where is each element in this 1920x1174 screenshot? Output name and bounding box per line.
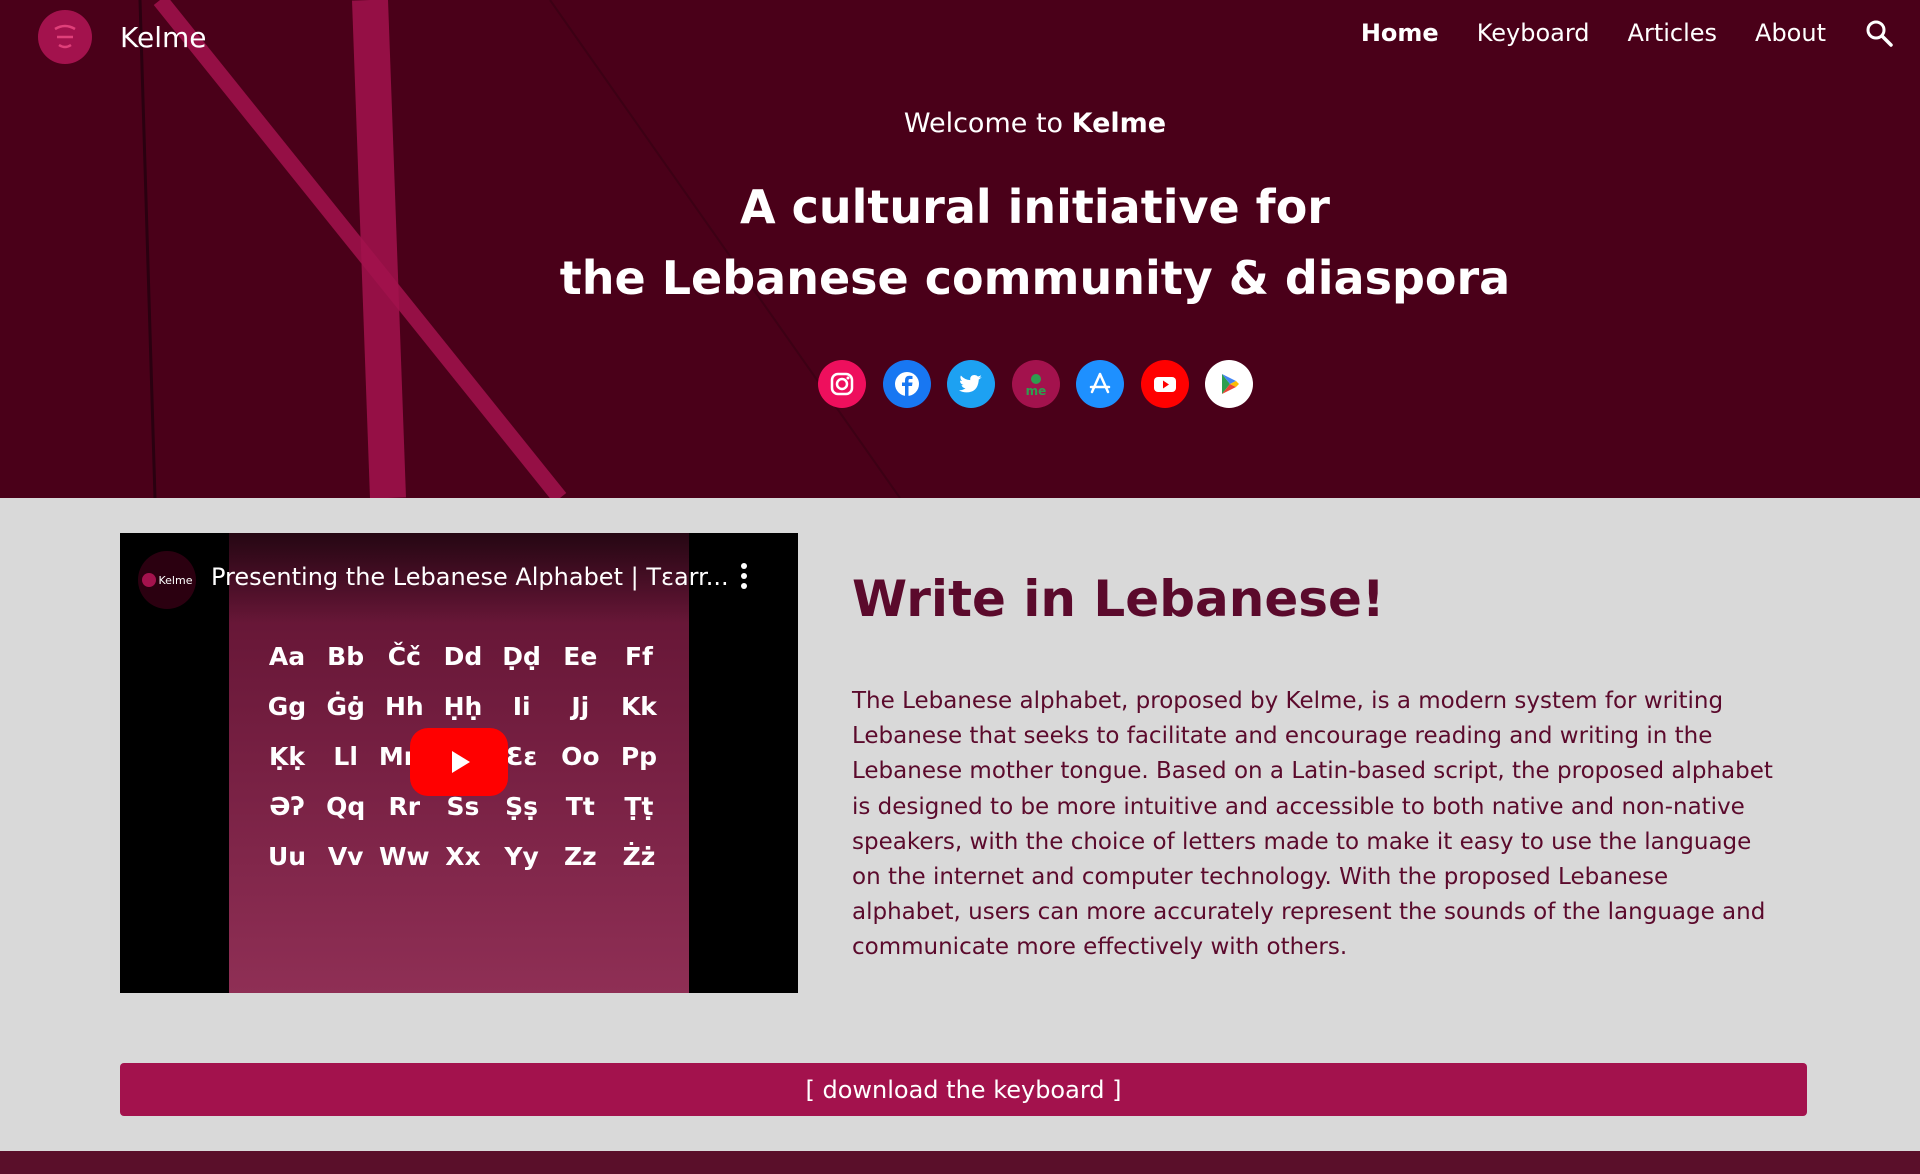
section-title: Write in Lebanese! — [852, 570, 1385, 628]
alphabet-letter: Uu — [267, 841, 307, 871]
alphabet-letter: Aa — [268, 641, 306, 671]
youtube-link[interactable] — [1140, 360, 1189, 408]
search-icon[interactable] — [1864, 18, 1894, 48]
instagram-icon — [830, 372, 854, 396]
alphabet-letter: Ff — [624, 641, 653, 671]
alphabet-letter: Čč — [387, 641, 421, 671]
nav-home[interactable]: Home — [1361, 19, 1439, 47]
alphabet-letter: Oo — [561, 741, 600, 771]
alphabet-letter: Qq — [326, 791, 366, 821]
alphabet-letter: Ii — [512, 691, 531, 721]
alphabet-letter: Dd — [443, 641, 483, 671]
brand-name: Kelme — [120, 20, 207, 54]
play-button[interactable] — [410, 728, 508, 796]
hero-title: A cultural initiative for the Lebanese c… — [0, 172, 1920, 314]
alphabet-letter: Yy — [504, 841, 539, 871]
video-header: Kelme Presenting the Lebanese Alphabet |… — [120, 533, 798, 623]
google-play-link[interactable] — [1205, 360, 1253, 408]
more-options-icon[interactable] — [738, 563, 750, 593]
site-logo-link[interactable]: Kelme — [38, 10, 206, 64]
welcome-brand: Kelme — [1071, 108, 1167, 139]
alphabet-letter: Jj — [571, 691, 590, 721]
welcome-text: Welcome to Kelme — [0, 108, 1920, 139]
alphabet-letter: Żż — [622, 841, 656, 871]
alphabet-letter: Rr — [388, 791, 421, 821]
alphabet-letter: Ll — [333, 741, 358, 771]
facebook-icon — [894, 372, 919, 396]
kelme-logo-icon — [38, 10, 92, 64]
hero-title-line1: A cultural initiative for — [740, 180, 1330, 234]
channel-avatar[interactable]: Kelme — [138, 551, 196, 609]
channel-name: Kelme — [158, 573, 193, 587]
alphabet-letter: Ḥḥ — [443, 691, 483, 721]
video-embed[interactable]: Aa Bb Čč Dd Ḍḍ Ee Ff Gg Ġġ Hh Ḥḥ Ii Jj K… — [120, 533, 798, 993]
alphabet-letter: Vv — [327, 841, 364, 871]
app-store-link[interactable] — [1076, 360, 1124, 408]
nav-about[interactable]: About — [1755, 19, 1826, 47]
section-body: The Lebanese alphabet, proposed by Kelme… — [852, 688, 1773, 961]
instagram-link[interactable] — [818, 360, 866, 408]
alphabet-letter: Pp — [620, 741, 658, 771]
play-icon — [452, 751, 470, 773]
alphabet-letter: Ḳḳ — [269, 741, 305, 771]
alphabet-letter: Kk — [620, 691, 657, 721]
alphabet-letter: Ḍḍ — [502, 641, 541, 671]
google-play-icon — [1222, 374, 1239, 394]
alphabet-letter: Hh — [384, 691, 424, 721]
twitter-link[interactable] — [947, 360, 995, 408]
social-links: me — [818, 360, 1270, 408]
footer-bar — [0, 1151, 1920, 1174]
alphabet-row: Uu Vv Ww Xx Yy Zz Żż — [258, 831, 668, 881]
alphabet-letter: Ww — [378, 841, 430, 871]
app-store-icon — [1089, 372, 1111, 394]
alphabet-letter: Ṭṭ — [624, 791, 654, 821]
alphabet-letter: Zz — [563, 841, 597, 871]
hero-banner: Kelme Home Keyboard Articles About Welco… — [0, 0, 1920, 498]
alphabet-letter: Tt — [565, 791, 595, 821]
alphabet-letter: Ġġ — [326, 691, 365, 721]
welcome-prefix: Welcome to — [903, 108, 1064, 139]
download-keyboard-button[interactable]: [ download the keyboard ] — [120, 1063, 1807, 1116]
alphabet-row: Gg Ġġ Hh Ḥḥ Ii Jj Kk — [258, 681, 668, 731]
alphabet-letter: Gg — [267, 691, 307, 721]
youtube-icon — [1153, 377, 1176, 392]
facebook-link[interactable] — [882, 360, 931, 408]
video-title[interactable]: Presenting the Lebanese Alphabet | Tɛarr… — [211, 563, 729, 591]
main-nav: Home Keyboard Articles About — [1323, 18, 1894, 48]
alphabet-letter: Ee — [563, 641, 598, 671]
alphabet-letter: Bb — [327, 641, 365, 671]
nav-keyboard[interactable]: Keyboard — [1477, 19, 1590, 47]
alphabet-row: Aa Bb Čč Dd Ḍḍ Ee Ff — [258, 631, 668, 681]
alphabet-letter: Əʔ — [269, 791, 305, 821]
kelme-me-icon: me — [1025, 374, 1046, 398]
alphabet-letter: Ṣṣ — [505, 791, 539, 821]
hero-title-line2: the Lebanese community & diaspora — [559, 251, 1511, 305]
nav-articles[interactable]: Articles — [1628, 19, 1718, 47]
alphabet-letter: Xx — [445, 841, 481, 871]
svg-text:me: me — [1025, 384, 1046, 398]
twitter-icon — [959, 375, 982, 393]
kelme-me-link[interactable]: me — [1011, 360, 1060, 408]
